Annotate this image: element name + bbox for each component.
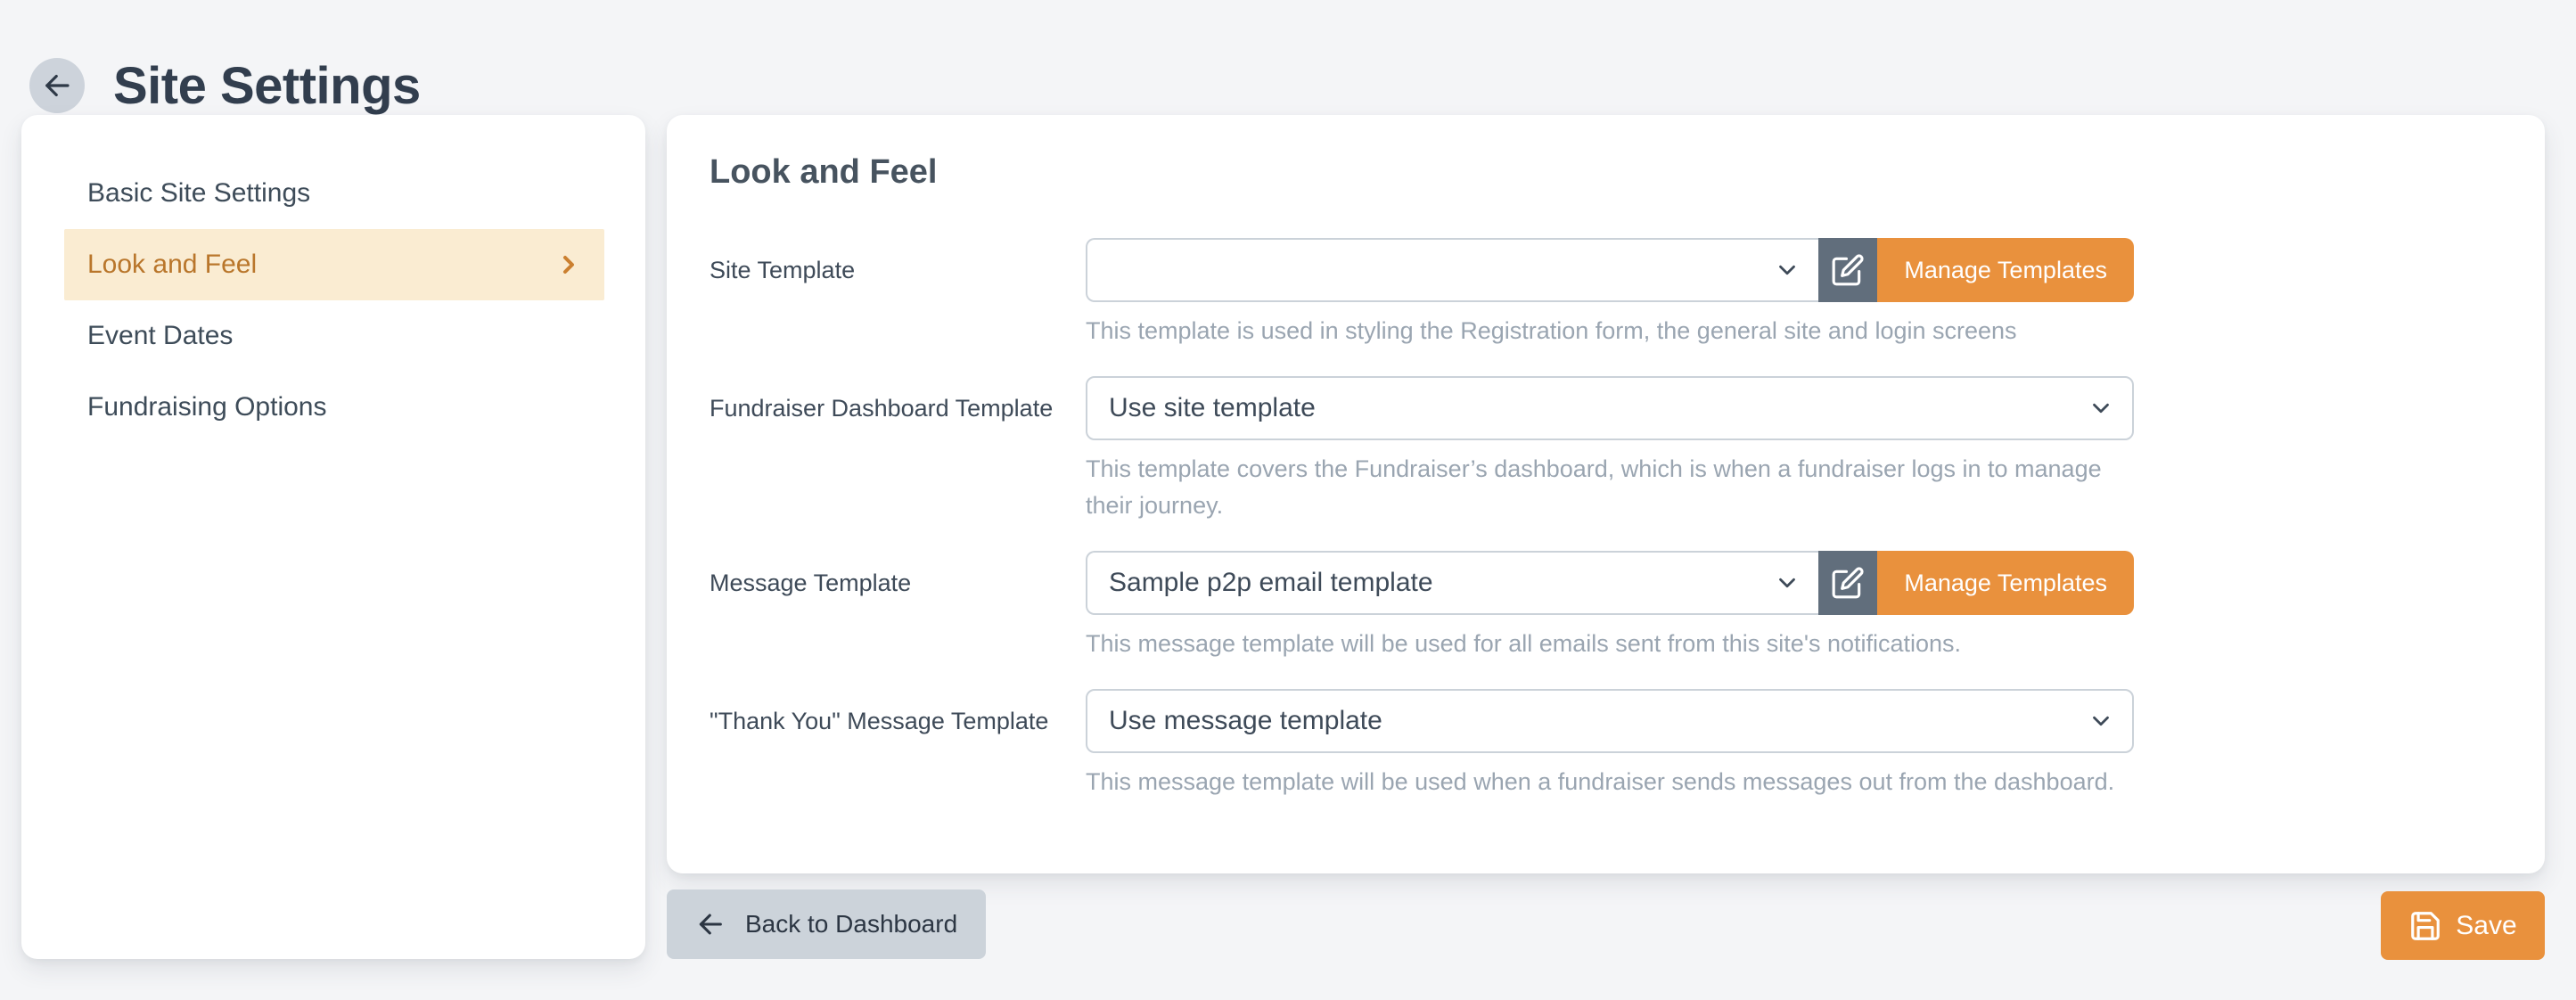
arrow-left-icon [695,909,726,939]
form-row-fundraiser-dashboard-template: Fundraiser Dashboard Template Use site t… [710,376,2502,524]
look-and-feel-panel: Look and Feel Site Template [667,115,2545,873]
edit-message-template-button[interactable] [1818,551,1877,615]
save-icon [2408,909,2442,943]
save-button[interactable]: Save [2381,891,2545,960]
sidebar-item-event-dates[interactable]: Event Dates [64,300,604,372]
field-help: This message template will be used for a… [1086,626,2134,662]
sidebar-item-label: Basic Site Settings [87,178,310,209]
thank-you-message-template-select[interactable]: Use message template [1086,689,2134,753]
fundraiser-dashboard-template-select[interactable]: Use site template [1086,376,2134,440]
sidebar-item-label: Fundraising Options [87,392,326,422]
form-row-site-template: Site Template Manage [710,238,2502,349]
message-template-select[interactable]: Sample p2p email template [1086,551,1818,615]
chevron-down-icon [2088,708,2114,734]
edit-icon [1831,253,1865,287]
sidebar-item-basic-site-settings[interactable]: Basic Site Settings [64,158,604,229]
sidebar-item-label: Look and Feel [87,250,257,280]
page-title: Site Settings [113,56,421,116]
sidebar-item-fundraising-options[interactable]: Fundraising Options [64,372,604,443]
form-row-thank-you-message-template: "Thank You" Message Template Use message… [710,689,2502,800]
edit-icon [1831,566,1865,600]
field-label: Site Template [710,238,1086,302]
chevron-down-icon [2088,395,2114,422]
save-button-label: Save [2456,911,2516,941]
field-help: This template covers the Fundraiser’s da… [1086,451,2134,524]
back-to-dashboard-label: Back to Dashboard [745,910,957,939]
field-label: "Thank You" Message Template [710,689,1086,753]
manage-site-templates-button[interactable]: Manage Templates [1877,238,2134,302]
field-label: Fundraiser Dashboard Template [710,376,1086,440]
chevron-right-icon [554,250,583,279]
back-button[interactable] [29,58,85,113]
select-value: Use message template [1109,706,1382,736]
edit-site-template-button[interactable] [1818,238,1877,302]
sidebar-item-label: Event Dates [87,321,233,351]
chevron-down-icon [1774,570,1801,596]
field-help: This template is used in styling the Reg… [1086,313,2134,349]
manage-message-templates-button[interactable]: Manage Templates [1877,551,2134,615]
chevron-down-icon [1774,257,1801,283]
select-value: Use site template [1109,393,1316,423]
settings-nav-card: Basic Site Settings Look and Feel Event … [21,115,645,959]
sidebar-item-look-and-feel[interactable]: Look and Feel [64,229,604,300]
site-template-select[interactable] [1086,238,1818,302]
arrow-left-icon [41,70,73,102]
panel-title: Look and Feel [710,152,2502,192]
form-row-message-template: Message Template Sample p2p email templa… [710,551,2502,662]
select-value: Sample p2p email template [1109,568,1433,598]
back-to-dashboard-button[interactable]: Back to Dashboard [667,889,986,959]
field-label: Message Template [710,551,1086,615]
field-help: This message template will be used when … [1086,764,2134,800]
